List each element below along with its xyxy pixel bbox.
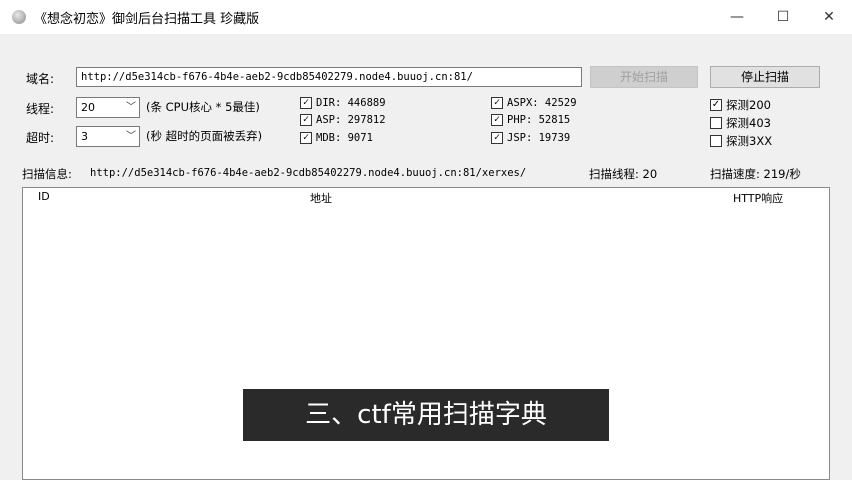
minimize-button[interactable]: — <box>714 0 760 34</box>
dict-aspx-checkbox[interactable]: ✓ ASPX: 42529 <box>491 97 577 109</box>
probe-403-checkbox[interactable]: 探测403 <box>710 115 771 131</box>
checkbox-box: ✓ <box>710 99 722 111</box>
threads-hint: (条 CPU核心 * 5最佳) <box>146 100 260 114</box>
threads-value: 20 <box>81 101 95 114</box>
scan-info-url: http://d5e314cb-f676-4b4e-aeb2-9cdb85402… <box>90 167 527 179</box>
close-button[interactable]: ✕ <box>806 0 852 34</box>
dict-asp-checkbox[interactable]: ✓ ASP: 297812 <box>300 114 386 126</box>
domain-input[interactable]: http://d5e314cb-f676-4b4e-aeb2-9cdb85402… <box>76 67 582 87</box>
timeout-hint: (秒 超时的页面被丢弃) <box>146 129 263 143</box>
probe-3xx-checkbox[interactable]: 探测3XX <box>710 133 772 149</box>
chevron-down-icon: ﹀ <box>126 131 136 142</box>
column-header-address[interactable]: 地址 <box>310 190 332 206</box>
domain-label: 域名: <box>26 72 55 86</box>
window-title: 《想念初恋》御剑后台扫描工具 珍藏版 <box>34 12 260 27</box>
threads-label: 线程: <box>26 102 55 116</box>
timeout-label: 超时: <box>26 131 55 145</box>
app-icon <box>12 10 26 24</box>
chevron-down-icon: ﹀ <box>126 102 136 113</box>
dict-jsp-checkbox[interactable]: ✓ JSP: 19739 <box>491 132 570 144</box>
scan-threads-status: 扫描线程: 20 <box>589 167 658 181</box>
scan-speed-status: 扫描速度: 219/秒 <box>710 167 801 181</box>
threads-select[interactable]: 20 ﹀ <box>76 97 140 118</box>
dict-mdb-checkbox[interactable]: ✓ MDB: 9071 <box>300 132 373 144</box>
dict-dir-checkbox[interactable]: ✓ DIR: 446889 <box>300 97 386 109</box>
column-header-id[interactable]: ID <box>38 190 50 203</box>
checkbox-box: ✓ <box>491 97 503 109</box>
dict-php-checkbox[interactable]: ✓ PHP: 52815 <box>491 114 570 126</box>
column-header-http-response[interactable]: HTTP响应 <box>733 190 783 206</box>
timeout-value: 3 <box>81 130 88 143</box>
probe-200-checkbox[interactable]: ✓ 探测200 <box>710 97 771 113</box>
checkbox-box: ✓ <box>491 132 503 144</box>
start-scan-button[interactable]: 开始扫描 <box>590 66 698 88</box>
timeout-select[interactable]: 3 ﹀ <box>76 126 140 147</box>
checkbox-box: ✓ <box>300 114 312 126</box>
checkbox-box: ✓ <box>491 114 503 126</box>
checkbox-box: ✓ <box>300 132 312 144</box>
scan-info-label: 扫描信息: <box>22 167 72 181</box>
checkbox-box <box>710 135 722 147</box>
maximize-button[interactable]: ☐ <box>760 0 806 34</box>
checkbox-box: ✓ <box>300 97 312 109</box>
checkbox-box <box>710 117 722 129</box>
stop-scan-button[interactable]: 停止扫描 <box>710 66 820 88</box>
video-caption: 三、ctf常用扫描字典 <box>243 389 609 441</box>
